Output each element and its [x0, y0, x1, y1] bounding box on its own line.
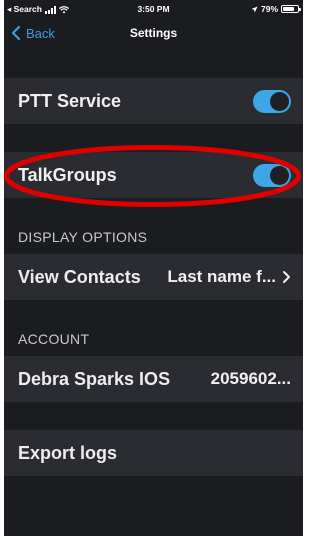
toggle-knob [270, 165, 289, 185]
export-logs-label: Export logs [18, 442, 118, 463]
export-logs-row[interactable]: Export logs [4, 430, 303, 476]
ptt-service-row: PTT Service [4, 78, 303, 124]
talkgroups-row: TalkGroups [4, 152, 303, 198]
view-contacts-row[interactable]: View Contacts Last name f... [4, 254, 303, 300]
settings-screen: ◂ Search 3:50 PM 79% Back Settings PTT S… [4, 0, 303, 536]
account-header: ACCOUNT [18, 331, 90, 347]
toggle-knob [270, 91, 289, 111]
view-contacts-label: View Contacts [18, 266, 141, 287]
account-name: Debra Sparks IOS [18, 368, 171, 389]
chevron-right-icon [283, 271, 290, 283]
page-title: Settings [129, 26, 178, 40]
location-arrow-icon [251, 6, 258, 12]
status-bar: ◂ Search 3:50 PM 79% [4, 0, 303, 18]
battery-percent: 79% [260, 4, 278, 14]
view-contacts-value: Last name f... [167, 267, 276, 286]
account-number: 2059602... [210, 369, 291, 388]
status-right: 79% [251, 4, 301, 14]
display-options-header: DISPLAY OPTIONS [18, 229, 148, 245]
talkgroups-toggle[interactable] [253, 163, 291, 187]
battery-icon [281, 5, 301, 13]
navigation-bar: Back Settings [4, 18, 303, 50]
ptt-service-toggle[interactable] [253, 89, 291, 113]
account-row: Debra Sparks IOS 2059602... [4, 356, 303, 402]
ptt-service-label: PTT Service [18, 90, 122, 111]
battery-fill [283, 7, 294, 11]
talkgroups-label: TalkGroups [18, 164, 117, 185]
